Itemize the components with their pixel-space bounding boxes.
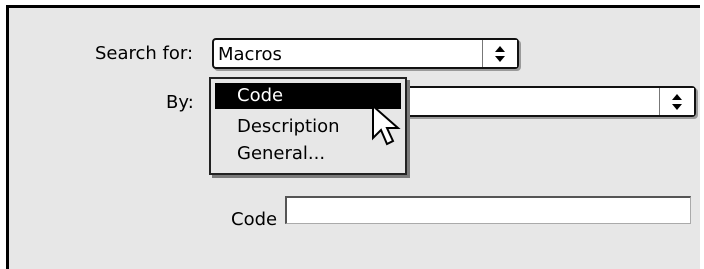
- menu-item-description-label: Description: [237, 116, 340, 137]
- search-for-value: Macros: [218, 44, 282, 65]
- menu-item-code-label: Code: [237, 85, 284, 106]
- by-label: By:: [166, 92, 194, 113]
- up-down-arrows-icon: [482, 40, 517, 67]
- up-down-arrows-icon: [659, 88, 694, 115]
- search-for-popup[interactable]: Macros: [212, 38, 519, 69]
- mouse-pointer-icon: [370, 103, 404, 155]
- code-label: Code: [231, 209, 278, 230]
- menu-item-general-label: General...: [237, 143, 326, 164]
- code-input[interactable]: [285, 196, 691, 224]
- search-for-label: Search for:: [95, 43, 194, 64]
